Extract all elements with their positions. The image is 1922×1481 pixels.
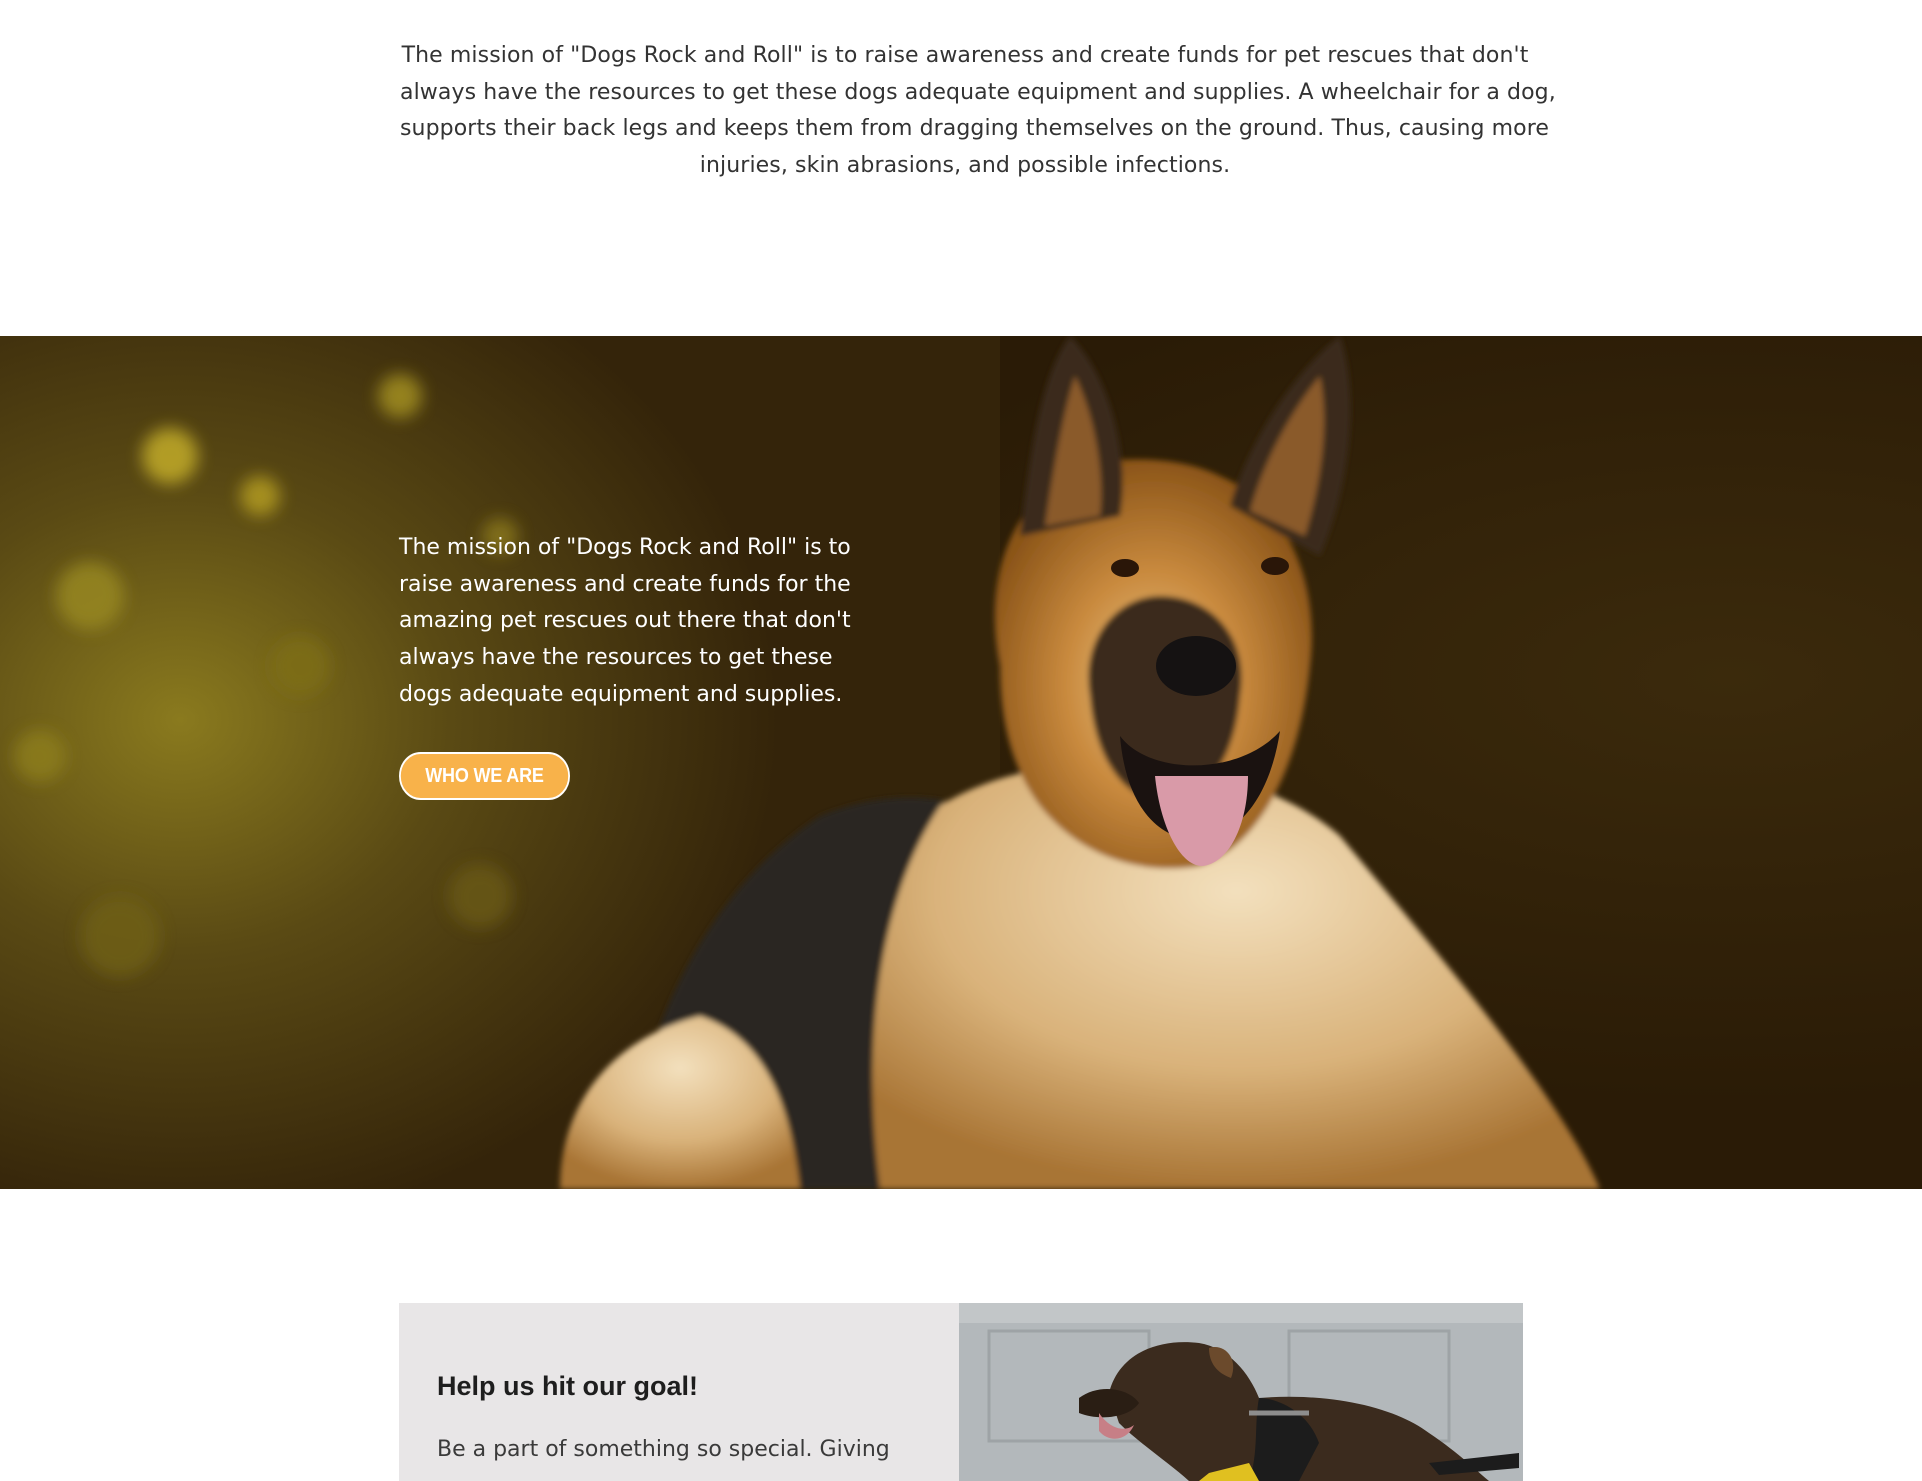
page: The mission of "Dogs Rock and Roll" is t… [0,0,1922,1481]
goal-body-text: Be a part of something so special. Givin… [437,1437,890,1462]
hero-line: dogs adequate equipment and supplies. [399,681,843,707]
hero-mission-text: The mission of "Dogs Rock and Roll" is t… [399,530,859,714]
intro-line: injuries, skin abrasions, and possible i… [699,152,1231,178]
goal-card: Help us hit our goal! Be a part of somet… [399,1303,959,1481]
hero-line: always have the resources to get these [399,645,833,671]
mission-intro-paragraph: The mission of "Dogs Rock and Roll" is t… [400,38,1556,184]
hero-line: raise awareness and create funds for the [399,571,851,597]
dog-in-harness-illustration [959,1303,1523,1481]
who-we-are-button[interactable]: WHO WE ARE [399,752,570,800]
intro-line: supports their back legs and keeps them … [400,116,1550,141]
hero-line: The mission of "Dogs Rock and Roll" is t… [399,535,851,560]
german-shepherd-photo [0,336,1922,1189]
intro-line: The mission of "Dogs Rock and Roll" is t… [401,43,1529,68]
hero-line: amazing pet rescues out there that don't [399,608,851,634]
goal-title: Help us hit our goal! [437,1371,698,1401]
intro-line: always have the resources to get these d… [400,79,1556,105]
dog-in-harness-photo [959,1303,1523,1481]
hero-banner: The mission of "Dogs Rock and Roll" is t… [0,336,1922,1189]
